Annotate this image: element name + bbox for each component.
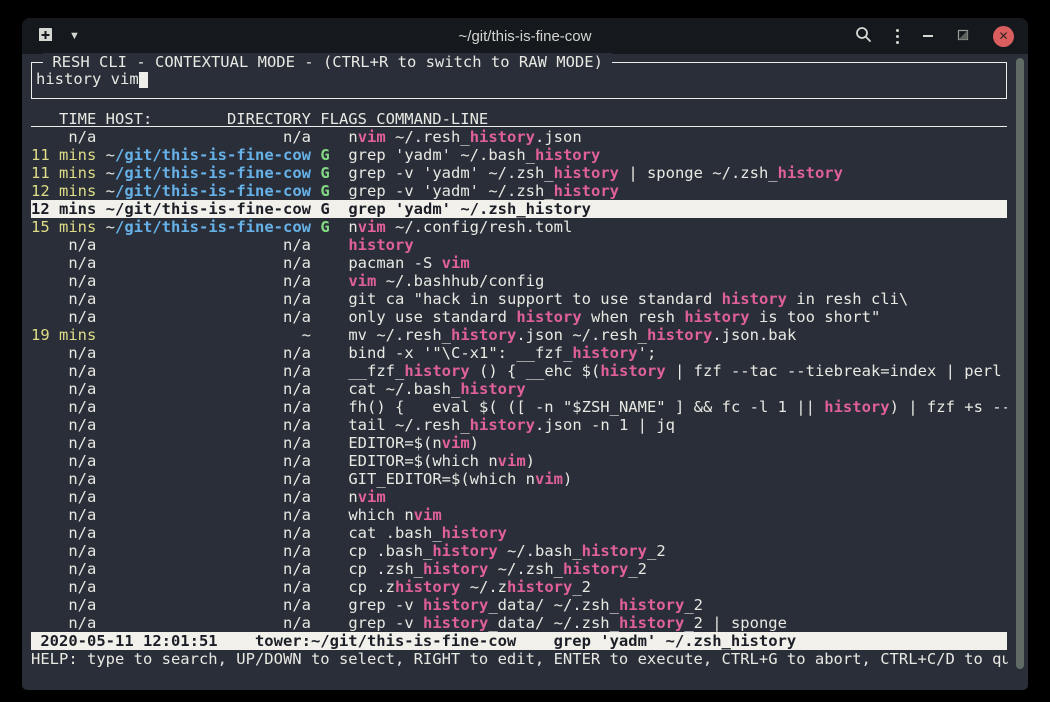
- history-row[interactable]: n/a n/a nvim: [31, 488, 1007, 506]
- history-row[interactable]: n/a n/a bind -x '"\C-x1": __fzf_history'…: [31, 344, 1007, 362]
- restore-button[interactable]: [955, 27, 971, 46]
- history-row[interactable]: n/a n/a pacman -S vim: [31, 254, 1007, 272]
- history-row[interactable]: 11 mins ~/git/this-is-fine-cow G grep 'y…: [31, 146, 1007, 164]
- titlebar-left-controls: ▼: [34, 25, 82, 48]
- history-row[interactable]: n/a n/a cat ~/.bash_history: [31, 380, 1007, 398]
- search-button[interactable]: [853, 24, 874, 48]
- history-row[interactable]: n/a n/a cp .bash_history ~/.bash_history…: [31, 542, 1007, 560]
- history-row[interactable]: n/a n/a cp .zsh_history ~/.zsh_history_2: [31, 560, 1007, 578]
- history-row[interactable]: n/a n/a grep -v history_data/ ~/.zsh_his…: [31, 596, 1007, 614]
- history-row[interactable]: 19 mins ~ mv ~/.resh_history.json ~/.res…: [31, 326, 1007, 344]
- chevron-down-icon: ▼: [69, 31, 80, 42]
- titlebar: ▼ ~/git/this-is-fine-cow: [22, 18, 1028, 54]
- search-box: RESH CLI - CONTEXTUAL MODE - (CTRL+R to …: [31, 62, 1007, 99]
- history-row[interactable]: n/a n/a history: [31, 236, 1007, 254]
- titlebar-right-controls: ✕: [853, 24, 1016, 49]
- history-row[interactable]: n/a n/a nvim ~/.resh_history.json: [31, 128, 1007, 146]
- history-row[interactable]: n/a n/a cp .zhistory ~/.zhistory_2: [31, 578, 1007, 596]
- new-terminal-icon: [36, 27, 55, 46]
- history-row[interactable]: n/a n/a fh() { eval $( ([ -n "$ZSH_NAME"…: [31, 398, 1007, 416]
- terminal-window: ▼ ~/git/this-is-fine-cow: [22, 18, 1028, 690]
- new-tab-button[interactable]: [34, 25, 57, 48]
- history-row[interactable]: n/a n/a tail ~/.resh_history.json -n 1 |…: [31, 416, 1007, 434]
- minimize-button[interactable]: [921, 33, 935, 39]
- terminal-content: RESH CLI - CONTEXTUAL MODE - (CTRL+R to …: [22, 54, 1028, 690]
- minimize-icon: [923, 35, 933, 37]
- history-list: n/a n/a nvim ~/.resh_history.json11 mins…: [31, 128, 1007, 632]
- history-row[interactable]: n/a n/a which nvim: [31, 506, 1007, 524]
- history-row[interactable]: 12 mins ~/git/this-is-fine-cow G grep -v…: [31, 182, 1007, 200]
- history-row[interactable]: n/a n/a EDITOR=$(nvim): [31, 434, 1007, 452]
- history-row[interactable]: n/a n/a __fzf_history () { __ehc $(histo…: [31, 362, 1007, 380]
- search-box-title: RESH CLI - CONTEXTUAL MODE - (CTRL+R to …: [43, 53, 612, 71]
- restore-icon: [957, 29, 969, 44]
- search-icon: [855, 26, 872, 46]
- table-header: TIME HOST: DIRECTORY FLAGS COMMAND-LINE: [31, 110, 1007, 127]
- text-cursor: [139, 72, 148, 88]
- history-row[interactable]: 11 mins ~/git/this-is-fine-cow G grep -v…: [31, 164, 1007, 182]
- history-row[interactable]: n/a n/a GIT_EDITOR=$(which nvim): [31, 470, 1007, 488]
- kebab-menu-icon: [896, 29, 899, 44]
- history-row[interactable]: 15 mins ~/git/this-is-fine-cow G nvim ~/…: [31, 218, 1007, 236]
- help-line: HELP: type to search, UP/DOWN to select,…: [31, 650, 1008, 668]
- search-query-text: history vim: [36, 70, 139, 88]
- menu-button[interactable]: [894, 27, 901, 46]
- history-row[interactable]: n/a n/a EDITOR=$(which nvim): [31, 452, 1007, 470]
- close-icon: ✕: [993, 26, 1014, 47]
- history-row[interactable]: n/a n/a only use standard history when r…: [31, 308, 1007, 326]
- history-row[interactable]: n/a n/a git ca "hack in support to use s…: [31, 290, 1007, 308]
- close-button[interactable]: ✕: [991, 24, 1016, 49]
- history-row[interactable]: n/a n/a grep -v history_data/ ~/.zsh_his…: [31, 614, 1007, 632]
- scrollbar-thumb[interactable]: [1016, 58, 1024, 669]
- selected-command-bar: 2020-05-11 12:01:51 tower:~/git/this-is-…: [31, 632, 1007, 650]
- history-row[interactable]: n/a n/a vim ~/.bashhub/config: [31, 272, 1007, 290]
- new-tab-dropdown-button[interactable]: ▼: [67, 29, 82, 44]
- history-row[interactable]: 12 mins ~/git/this-is-fine-cow G grep 'y…: [31, 200, 1007, 218]
- history-row[interactable]: n/a n/a cat .bash_history: [31, 524, 1007, 542]
